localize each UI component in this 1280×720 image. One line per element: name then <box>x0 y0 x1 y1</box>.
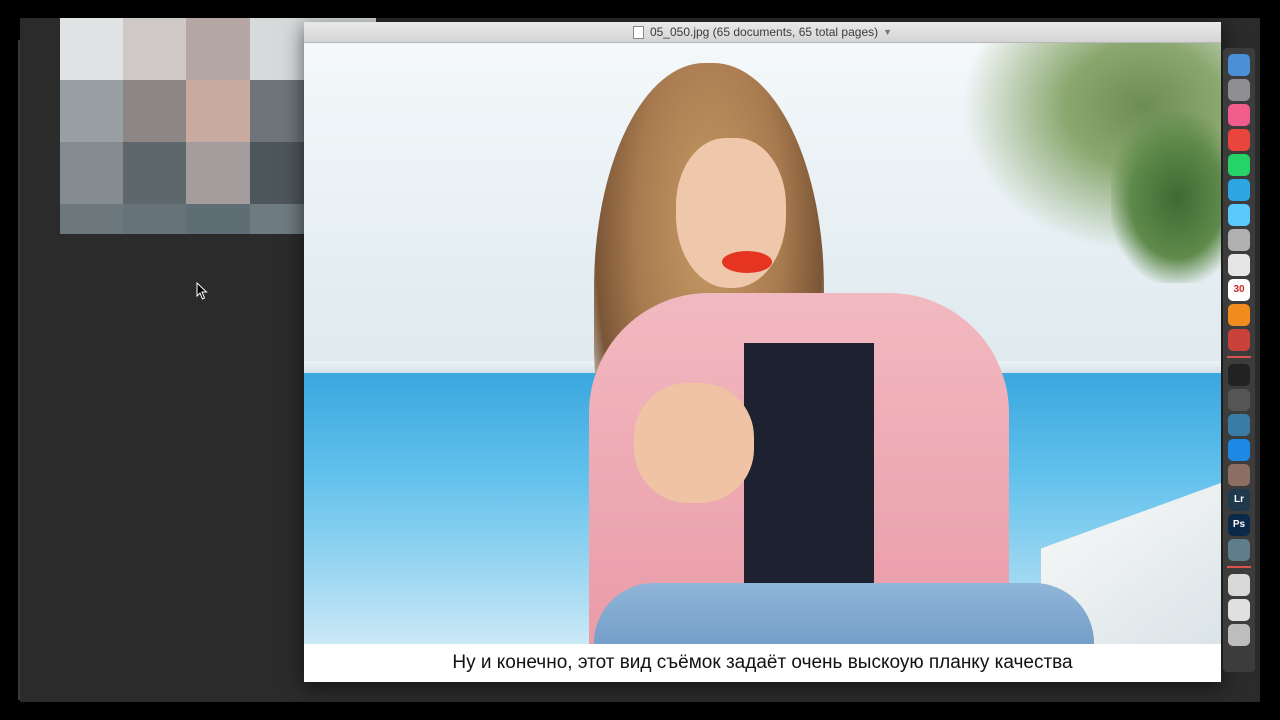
pixel-tile <box>60 142 124 204</box>
image-tree <box>1111 113 1221 283</box>
preview-window[interactable]: 05_050.jpg (65 documents, 65 total pages… <box>304 22 1221 682</box>
documents-icon[interactable] <box>1228 598 1250 621</box>
pixel-tile <box>186 18 250 80</box>
pixel-tile <box>123 80 187 142</box>
textedit-icon[interactable] <box>1228 253 1250 276</box>
pixel-tile <box>123 204 187 234</box>
itunes-icon[interactable] <box>1228 103 1250 126</box>
photoshop-icon[interactable]: Ps <box>1228 513 1250 536</box>
mouse-cursor-icon <box>196 282 208 300</box>
document-icon <box>632 25 644 39</box>
vlc-icon[interactable] <box>1228 303 1250 326</box>
dock: 30 Lr Ps <box>1223 48 1255 672</box>
downloads-icon[interactable] <box>1228 573 1250 596</box>
image-red-lips <box>722 251 772 273</box>
system-preferences-icon[interactable] <box>1228 78 1250 101</box>
pixel-tile <box>60 80 124 142</box>
dock-separator <box>1227 356 1251 358</box>
pixel-tile <box>123 142 187 204</box>
image-capture-icon[interactable] <box>1228 538 1250 561</box>
whatsapp-icon[interactable] <box>1228 153 1250 176</box>
photo-app-icon[interactable] <box>1228 463 1250 486</box>
camera-icon[interactable] <box>1228 388 1250 411</box>
pixel-tile <box>186 142 250 204</box>
chrome-icon[interactable] <box>1228 128 1250 151</box>
photo-booth-icon[interactable] <box>1228 328 1250 351</box>
window-titlebar[interactable]: 05_050.jpg (65 documents, 65 total pages… <box>304 22 1221 43</box>
calendar-icon[interactable]: 30 <box>1228 278 1250 301</box>
dock-separator <box>1227 566 1251 568</box>
pixel-tile <box>186 204 250 234</box>
screenflow-icon[interactable] <box>1228 413 1250 436</box>
window-title: 05_050.jpg (65 documents, 65 total pages… <box>649 25 879 39</box>
messages-icon[interactable] <box>1228 203 1250 226</box>
lightroom-icon[interactable]: Lr <box>1228 488 1250 511</box>
finder-icon[interactable] <box>1228 53 1250 76</box>
chevron-down-icon[interactable]: ▼ <box>883 27 892 37</box>
pixel-tile <box>60 18 124 80</box>
telegram-icon[interactable] <box>1228 178 1250 201</box>
migration-icon[interactable] <box>1228 438 1250 461</box>
pixel-tile <box>186 80 250 142</box>
pixel-tile <box>123 18 187 80</box>
trash-icon[interactable] <box>1228 623 1250 646</box>
video-subtitle: Ну и конечно, этот вид съёмок задаёт оче… <box>304 644 1221 681</box>
pixel-tile <box>60 204 124 234</box>
image-hand <box>634 383 754 503</box>
preview-icon[interactable] <box>1228 228 1250 251</box>
obs-icon[interactable] <box>1228 363 1250 386</box>
preview-image <box>304 43 1221 665</box>
screen-edge <box>18 40 20 700</box>
